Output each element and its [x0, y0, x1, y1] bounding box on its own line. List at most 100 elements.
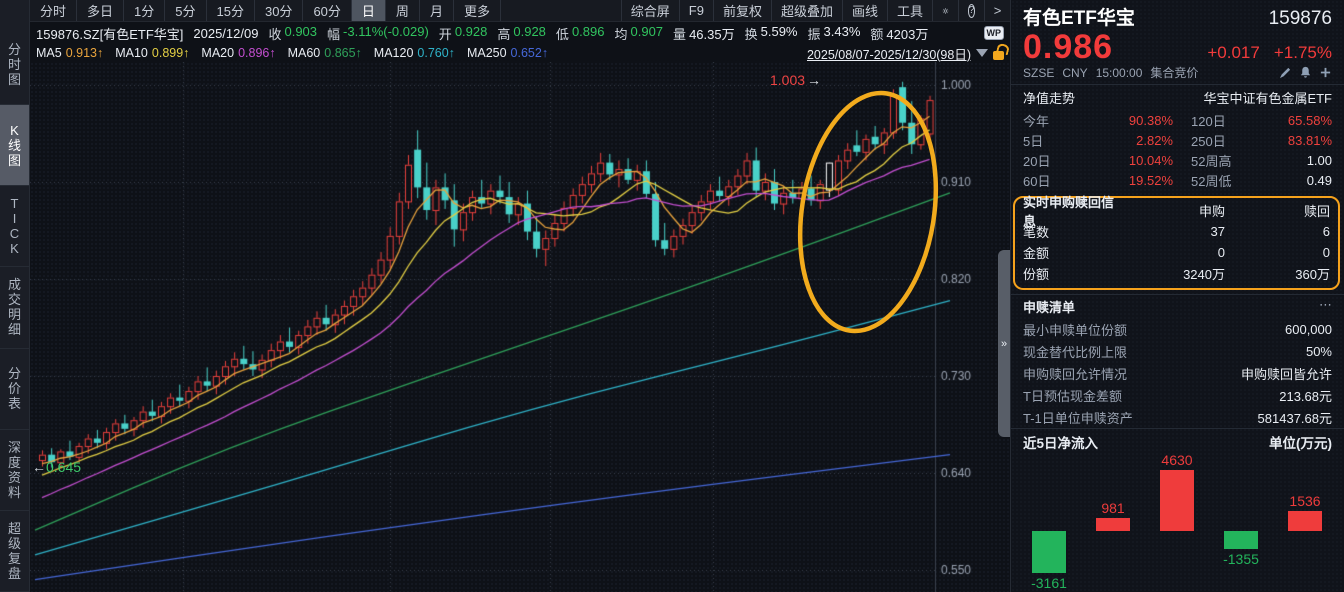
next-arrow-icon[interactable]: >: [984, 0, 1010, 21]
tab-period-5分[interactable]: 5分: [165, 0, 206, 21]
tool-综合屏[interactable]: 综合屏: [621, 0, 679, 21]
detail-row: T日预估现金差额213.68元: [1023, 384, 1332, 406]
tab-period-30分[interactable]: 30分: [255, 0, 303, 21]
quote-field-收: 收0.903: [268, 24, 317, 43]
detail-label: 最小申赎单位份额: [1023, 320, 1127, 339]
last-price: 0.986: [1023, 28, 1113, 67]
tool-超级叠加[interactable]: 超级叠加: [771, 0, 842, 21]
quote-field-value: 4203万: [886, 24, 928, 43]
inflow-bar: [1096, 518, 1130, 531]
chevron-down-icon[interactable]: [976, 49, 988, 57]
period-toolbar: 分时多日1分5分15分30分60分日周月更多 综合屏F9前复权超级叠加画线工具?>: [30, 0, 1010, 22]
tool-画线[interactable]: 画线: [842, 0, 887, 21]
detail-value: 50%: [1306, 344, 1332, 359]
sidebar-item-成交明细[interactable]: 成交明细: [0, 267, 29, 348]
tab-period-日[interactable]: 日: [352, 0, 386, 21]
purchase-row-label: 份额: [1023, 264, 1125, 283]
gear-icon[interactable]: [932, 0, 958, 21]
purchase-value: 37: [1125, 224, 1225, 239]
ma-legend-MA120: MA1200.760↑: [374, 46, 455, 60]
tool-前复权[interactable]: 前复权: [713, 0, 771, 21]
quote-field-均: 均0.907: [614, 24, 663, 43]
alert-bell-icon[interactable]: [1299, 66, 1312, 79]
stats-row: 20日10.04% 52周高1.00: [1023, 150, 1332, 170]
purchase-list-title[interactable]: 申赎清单: [1023, 297, 1075, 316]
purchase-value: 3240万: [1125, 264, 1225, 283]
quote-field-value: 5.59%: [761, 24, 798, 43]
tab-period-分时[interactable]: 分时: [30, 0, 77, 21]
sidebar-item-K线图[interactable]: K线图: [0, 105, 29, 186]
stat-label: 60日: [1023, 171, 1081, 190]
purchase-box-row: 金额00: [1023, 242, 1330, 263]
quote-field-label: 振: [808, 24, 821, 43]
tab-period-周[interactable]: 周: [386, 0, 420, 21]
date-range-label[interactable]: 2025/08/07-2025/12/30(98日): [807, 44, 971, 63]
ma-value: 0.760↑: [417, 46, 455, 60]
currency-label: CNY: [1062, 66, 1087, 80]
sidebar-item-超级复盘[interactable]: 超级复盘: [0, 511, 29, 592]
tab-period-多日[interactable]: 多日: [77, 0, 124, 21]
sidebar-item-分价表[interactable]: 分价表: [0, 349, 29, 430]
unlock-icon[interactable]: [993, 51, 1004, 60]
ma-label: MA20: [201, 46, 234, 60]
detail-value: 申购赎回皆允许: [1241, 364, 1332, 383]
sidebar-item-分时图[interactable]: 分时图: [0, 24, 29, 105]
more-ellipsis-icon[interactable]: ⋯: [1319, 297, 1332, 316]
quote-field-label: 开: [439, 24, 452, 43]
quote-field-label: 低: [556, 24, 569, 43]
net-inflow-section: 近5日净流入 单位(万元) -316112-2398112-24463012-2…: [1011, 428, 1344, 592]
stat-label: 250日: [1191, 131, 1253, 150]
quote-field-label: 换: [745, 24, 758, 43]
quote-field-label: 均: [614, 24, 627, 43]
detail-label: 申购赎回允许情况: [1023, 364, 1127, 383]
quote-panel: 有色ETF华宝 159876 0.986 +0.017 +1.75% SZSE …: [1010, 0, 1344, 592]
ma-legend-MA20: MA200.896↑: [201, 46, 275, 60]
ma-label: MA120: [374, 46, 414, 60]
quote-field-label: 高: [497, 24, 510, 43]
tool-F9[interactable]: F9: [679, 0, 713, 21]
inflow-value-label: 981: [1081, 500, 1145, 516]
symbol-label: 159876.SZ[有色ETF华宝]: [36, 24, 183, 43]
redeem-value: 360万: [1225, 264, 1330, 283]
quote-field-换: 换5.59%: [745, 24, 798, 43]
stat-label: 52周低: [1191, 171, 1253, 190]
low-price-label: 0.645: [46, 459, 81, 475]
wp-badge[interactable]: WP: [984, 26, 1005, 40]
quote-field-量: 量46.35万: [673, 24, 735, 43]
quote-field-value: -3.11%(-0.029): [343, 24, 429, 43]
kline-canvas[interactable]: [30, 62, 1010, 592]
tab-period-1分[interactable]: 1分: [124, 0, 165, 21]
detail-label: 现金替代比例上限: [1023, 342, 1127, 361]
purchase-redeem-box: 实时申购赎回信息申购赎回笔数376金额00份额3240万360万: [1013, 196, 1340, 290]
sidebar-item-TICK[interactable]: TICK: [0, 186, 29, 267]
inflow-bar: [1160, 470, 1194, 531]
quote-field-高: 高0.928: [497, 24, 546, 43]
nav-title[interactable]: 净值走势: [1023, 88, 1075, 107]
stat-value: 1.00: [1253, 153, 1332, 168]
tab-period-60分[interactable]: 60分: [303, 0, 351, 21]
stat-value: 65.58%: [1253, 113, 1332, 128]
tab-period-更多[interactable]: 更多: [454, 0, 501, 21]
stat-label: 20日: [1023, 151, 1081, 170]
add-plus-icon[interactable]: [1319, 66, 1332, 79]
quote-field-振: 振3.43%: [808, 24, 861, 43]
panel-expander-handle[interactable]: »: [998, 250, 1010, 437]
edit-pencil-icon[interactable]: [1279, 66, 1292, 79]
tab-period-月[interactable]: 月: [420, 0, 454, 21]
tab-period-15分[interactable]: 15分: [207, 0, 255, 21]
kline-chart-area[interactable]: 1.003 → ← 0.645 »: [30, 62, 1010, 592]
ma-value: 0.865↑: [324, 46, 362, 60]
arrow-left-icon: ←: [32, 459, 46, 475]
help-icon[interactable]: ?: [958, 0, 984, 21]
stat-label: 52周高: [1191, 151, 1253, 170]
sidebar-item-深度资料[interactable]: 深度资料: [0, 430, 29, 511]
fund-name: 有色ETF华宝: [1023, 3, 1135, 30]
purchase-list-header: 申赎清单 ⋯: [1011, 294, 1344, 318]
quote-field-额: 额4203万: [870, 24, 928, 43]
tool-工具[interactable]: 工具: [887, 0, 932, 21]
stat-value: 10.04%: [1081, 153, 1173, 168]
fund-code: 159876: [1269, 8, 1332, 30]
stats-row: 5日2.82%250日83.81%: [1023, 130, 1332, 150]
quote-field-value: 0.896: [572, 24, 605, 43]
net-inflow-chart: -316112-2398112-24463012-25-135512-26153…: [1011, 455, 1344, 592]
